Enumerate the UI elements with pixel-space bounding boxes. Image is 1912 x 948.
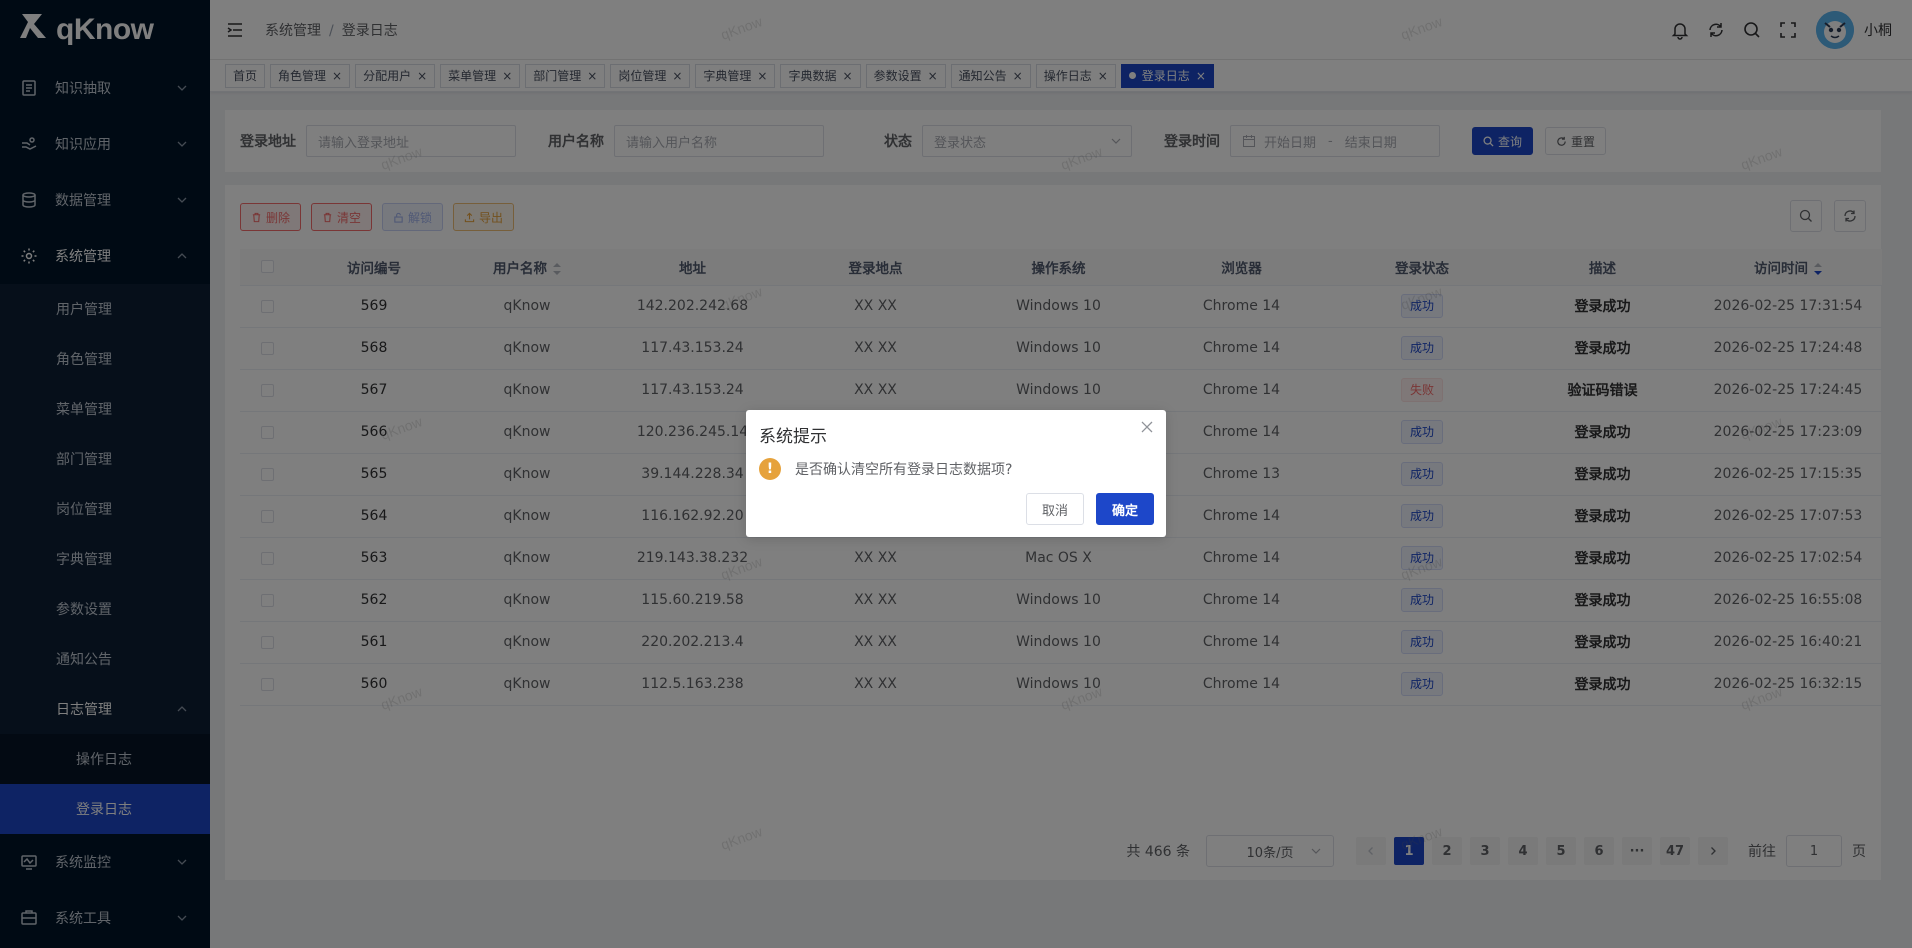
cancel-button[interactable]: 取消 xyxy=(1025,493,1084,525)
dialog-footer: 取消 确定 xyxy=(1014,493,1154,525)
confirm-button[interactable]: 确定 xyxy=(1095,493,1154,525)
close-icon[interactable] xyxy=(1140,420,1154,434)
dialog-title: 系统提示 xyxy=(759,427,827,447)
dialog-body: ! 是否确认清空所有登录日志数据项? xyxy=(759,458,1012,480)
confirm-dialog: 系统提示 ! 是否确认清空所有登录日志数据项? 取消 确定 xyxy=(746,410,1166,537)
dialog-message: 是否确认清空所有登录日志数据项? xyxy=(795,462,1013,478)
warning-icon: ! xyxy=(759,458,781,480)
